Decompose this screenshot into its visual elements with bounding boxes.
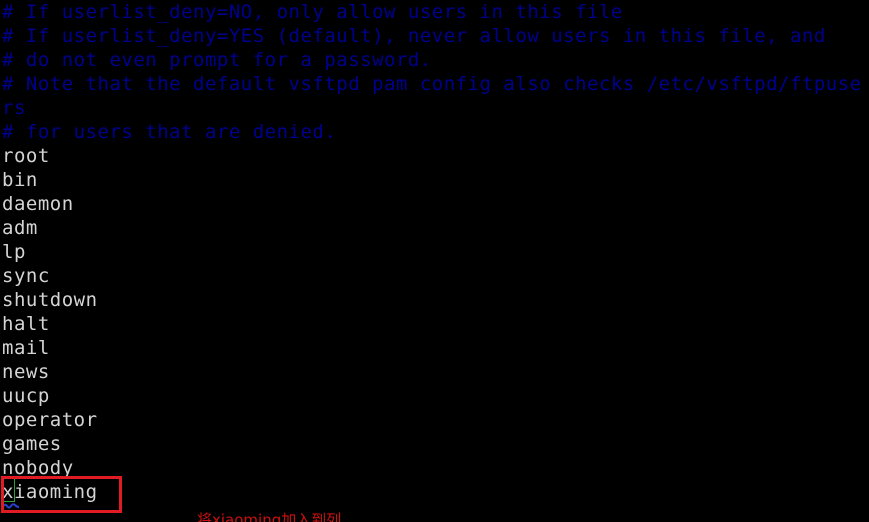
user-entry: games	[2, 433, 62, 455]
comment-line-wrap: rs	[2, 97, 26, 119]
annotation-text: 将xiaoming加入到列 表中	[197, 450, 341, 522]
comment-line: # Note that the default vsftpd pam confi…	[2, 73, 862, 95]
user-entry: root	[2, 145, 50, 167]
comment-line: # If userlist_deny=YES (default), never …	[2, 25, 826, 47]
user-entry: news	[2, 361, 50, 383]
user-entry: sync	[2, 265, 50, 287]
user-entry: halt	[2, 313, 50, 335]
user-entry: bin	[2, 169, 38, 191]
user-entry: nobody	[2, 457, 74, 479]
comment-line: # If userlist_deny=NO, only allow users …	[2, 1, 623, 23]
terminal-window: # If userlist_deny=NO, only allow users …	[0, 0, 869, 522]
user-entry: mail	[2, 337, 50, 359]
user-entry: shutdown	[2, 289, 98, 311]
user-entry-xiaoming: xiaoming	[2, 481, 98, 503]
user-entry: operator	[2, 409, 98, 431]
user-entry: lp	[2, 241, 26, 263]
comment-line: # do not even prompt for a password.	[2, 49, 432, 71]
user-entry: daemon	[2, 193, 74, 215]
comment-line: # for users that are denied.	[2, 121, 337, 143]
user-entry: uucp	[2, 385, 50, 407]
text-buffer: # If userlist_deny=NO, only allow users …	[0, 0, 869, 504]
user-entry: adm	[2, 217, 38, 239]
annotation-line-1: 将xiaoming加入到列	[197, 511, 342, 522]
